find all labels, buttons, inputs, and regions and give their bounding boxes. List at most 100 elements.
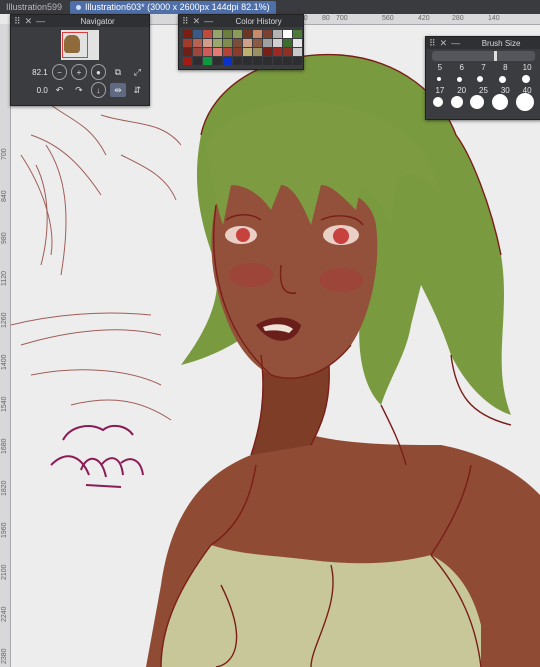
color-swatch[interactable] [193,57,202,65]
color-swatch[interactable] [243,48,252,56]
brush-dot-icon[interactable] [477,76,484,82]
color-swatch[interactable] [243,57,252,65]
color-history-header[interactable]: ⠿ ✕ — Color History [179,15,303,27]
brush-dot-icon[interactable] [470,95,485,109]
panel-grip-icon[interactable]: ⠿ [182,16,189,27]
collapse-icon[interactable]: — [204,16,213,26]
zoom-in-icon[interactable]: + [71,64,87,80]
color-swatch[interactable] [243,30,252,38]
brush-dot-icon[interactable] [522,75,531,83]
brush-size-option[interactable]: 8 [494,63,516,72]
zoom-out-icon[interactable]: − [51,64,68,80]
reset-rotation-icon[interactable]: ↓ [90,82,107,98]
color-swatch[interactable] [293,39,302,47]
color-swatch[interactable] [253,48,262,56]
color-swatch[interactable] [223,30,232,38]
color-swatch[interactable] [233,57,242,65]
rotation-value[interactable]: 0.0 [15,86,48,95]
fill-screen-icon[interactable]: ⤢ [130,65,145,79]
brush-size-option[interactable]: 7 [473,63,495,72]
color-swatch[interactable] [263,39,272,47]
color-swatch[interactable] [253,39,262,47]
color-swatch[interactable] [283,57,292,65]
zoom-value[interactable]: 82.1 [15,68,48,77]
collapse-icon[interactable]: — [36,16,45,26]
navigator-header[interactable]: ⠿ ✕ — Navigator [11,15,149,27]
color-swatch[interactable] [263,57,272,65]
close-icon[interactable]: ✕ [440,38,448,49]
flip-horizontal-icon[interactable]: ⇹ [110,83,126,97]
tab-illustration603[interactable]: Illustration603* (3000 x 2600px 144dpi 8… [70,0,276,14]
tab-illustration599[interactable]: Illustration599 [0,1,68,14]
brush-dot-icon[interactable] [432,97,443,107]
panel-grip-icon[interactable]: ⠿ [429,38,436,49]
brush-dot-icon[interactable] [516,93,535,111]
brush-size-header[interactable]: ⠿ ✕ — Brush Size [426,37,540,49]
color-swatch[interactable] [283,48,292,56]
rotate-right-icon[interactable]: ↷ [71,83,86,97]
color-swatch[interactable] [183,30,192,38]
color-swatch[interactable] [183,57,192,65]
color-swatch[interactable] [223,48,232,56]
brush-dot-icon[interactable] [492,94,509,110]
color-swatch[interactable] [273,48,282,56]
color-swatch[interactable] [293,48,302,56]
close-icon[interactable]: ✕ [25,16,33,27]
brush-size-row-1: 5 6 7 8 10 [426,63,540,72]
slider-knob[interactable] [494,51,497,61]
rotate-left-icon[interactable]: ↶ [52,83,67,97]
color-swatch[interactable] [203,48,212,56]
brush-size-option[interactable]: 17 [429,86,451,95]
color-swatch[interactable] [273,57,282,65]
color-swatch[interactable] [283,39,292,47]
color-swatch[interactable] [263,48,272,56]
navigator-title: Navigator [80,16,115,26]
color-swatch[interactable] [293,57,302,65]
brush-size-option[interactable]: 5 [429,63,451,72]
flip-vertical-icon[interactable]: ⇵ [130,83,145,97]
collapse-icon[interactable]: — [451,38,460,48]
color-swatch[interactable] [203,39,212,47]
brush-size-slider[interactable] [432,51,535,61]
color-swatch[interactable] [203,30,212,38]
color-swatch[interactable] [183,48,192,56]
color-swatch[interactable] [193,48,202,56]
color-swatch[interactable] [223,39,232,47]
brush-size-option[interactable]: 10 [516,63,538,72]
color-swatch[interactable] [233,48,242,56]
brush-dot-icon[interactable] [499,75,507,83]
color-swatch[interactable] [213,57,222,65]
brush-dot-icon[interactable] [456,76,462,82]
color-swatch[interactable] [263,30,272,38]
brush-size-option[interactable]: 20 [451,86,473,95]
drawing-canvas[interactable] [11,25,540,667]
brush-size-option[interactable]: 6 [451,63,473,72]
brush-size-option[interactable]: 25 [473,86,495,95]
color-swatch[interactable] [293,30,302,38]
close-icon[interactable]: ✕ [193,16,201,27]
color-swatch[interactable] [203,57,212,65]
color-swatch[interactable] [193,39,202,47]
color-swatch[interactable] [253,30,262,38]
color-swatch[interactable] [273,39,282,47]
color-swatch[interactable] [213,39,222,47]
color-swatch[interactable] [233,30,242,38]
color-swatch[interactable] [233,39,242,47]
color-swatch[interactable] [193,30,202,38]
color-swatch[interactable] [223,57,232,65]
color-swatch[interactable] [253,57,262,65]
brush-dot-icon[interactable] [436,77,441,81]
color-swatch[interactable] [213,30,222,38]
ruler-tick: 2240 [1,606,8,622]
color-swatch[interactable] [283,30,292,38]
color-swatch[interactable] [183,39,192,47]
color-swatch[interactable] [213,48,222,56]
panel-grip-icon[interactable]: ⠿ [14,16,21,27]
brush-preview-row-1 [426,72,540,86]
actual-size-icon[interactable]: ● [90,64,107,80]
color-swatch[interactable] [243,39,252,47]
brush-dot-icon[interactable] [450,96,463,108]
fit-screen-icon[interactable]: ⧉ [110,65,125,79]
navigator-thumbnail[interactable] [61,30,99,60]
color-swatch[interactable] [273,30,282,38]
